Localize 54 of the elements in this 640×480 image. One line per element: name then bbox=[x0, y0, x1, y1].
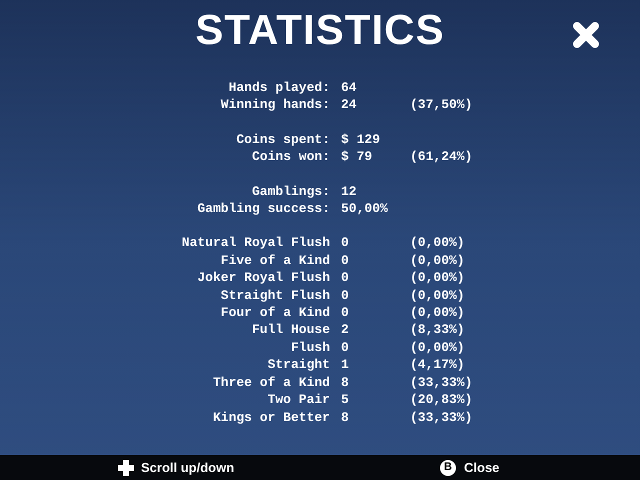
stat-label: Full House bbox=[252, 321, 330, 339]
stat-value: 24 bbox=[341, 97, 357, 112]
stat-percent: (8,33%) bbox=[410, 321, 465, 339]
screen-title: STATISTICS bbox=[195, 9, 445, 51]
stat-value: 0 bbox=[341, 252, 349, 268]
close-button[interactable] bbox=[570, 19, 602, 51]
stat-label: Hands played: bbox=[228, 79, 330, 96]
b-key-badge: B bbox=[440, 460, 456, 476]
stat-value: 0 bbox=[341, 288, 349, 303]
stat-label: Five of a Kind bbox=[220, 252, 330, 270]
scroll-hint: Scroll up/down bbox=[141, 458, 234, 477]
stat-value: 12 bbox=[341, 184, 357, 199]
stat-percent: (0,00%) bbox=[410, 304, 465, 322]
stat-value: 50,00% bbox=[341, 201, 388, 216]
stat-label: Winning hands: bbox=[220, 96, 330, 114]
stat-value: 0 bbox=[341, 270, 349, 286]
stat-value: 5 bbox=[341, 392, 349, 408]
stat-label: Coins spent: bbox=[236, 130, 330, 148]
stat-value: 0 bbox=[341, 305, 349, 320]
stat-label: Joker Royal Flush bbox=[197, 269, 330, 287]
stat-percent: (37,50%) bbox=[410, 96, 472, 114]
stat-value: 8 bbox=[341, 374, 349, 390]
stat-label: Natural Royal Flush bbox=[182, 234, 330, 252]
stat-value: 0 bbox=[341, 340, 349, 355]
stat-label: Straight Flush bbox=[220, 286, 330, 304]
stat-percent: (33,33%) bbox=[410, 408, 472, 426]
stat-percent: (61,24%) bbox=[410, 148, 472, 166]
stat-value: 64 bbox=[341, 80, 357, 95]
stat-percent: (0,00%) bbox=[410, 286, 465, 304]
stat-value: $ 79 bbox=[341, 149, 372, 164]
stat-label: Gambling success: bbox=[197, 200, 330, 218]
stat-percent: (0,00%) bbox=[410, 338, 465, 356]
stat-percent: (4,17%) bbox=[410, 356, 465, 374]
stat-label: Coins won: bbox=[252, 148, 330, 166]
stat-label: Three of a Kind bbox=[212, 374, 330, 392]
stat-percent: (20,83%) bbox=[410, 391, 472, 408]
stat-label: Kings or Better bbox=[212, 408, 330, 426]
close-icon bbox=[571, 20, 601, 50]
dpad-icon bbox=[118, 460, 134, 476]
stat-value: 2 bbox=[341, 322, 349, 338]
stat-label: Straight bbox=[268, 356, 330, 374]
stat-percent: (0,00%) bbox=[410, 252, 465, 270]
stat-percent: (0,00%) bbox=[410, 269, 465, 287]
stat-percent: (33,33%) bbox=[410, 374, 472, 392]
stat-percent: (0,00%) bbox=[410, 234, 465, 252]
stat-label: Gamblings: bbox=[252, 182, 330, 200]
stat-value: 0 bbox=[341, 235, 349, 250]
stat-label: Flush bbox=[290, 338, 330, 356]
stat-label: Four of a Kind bbox=[220, 304, 330, 322]
stat-value: 1 bbox=[341, 357, 349, 372]
stat-value: $ 129 bbox=[341, 132, 380, 147]
stat-value: 8 bbox=[341, 410, 349, 424]
stat-label: Two Pair bbox=[268, 391, 330, 408]
close-hint[interactable]: Close bbox=[464, 458, 500, 478]
